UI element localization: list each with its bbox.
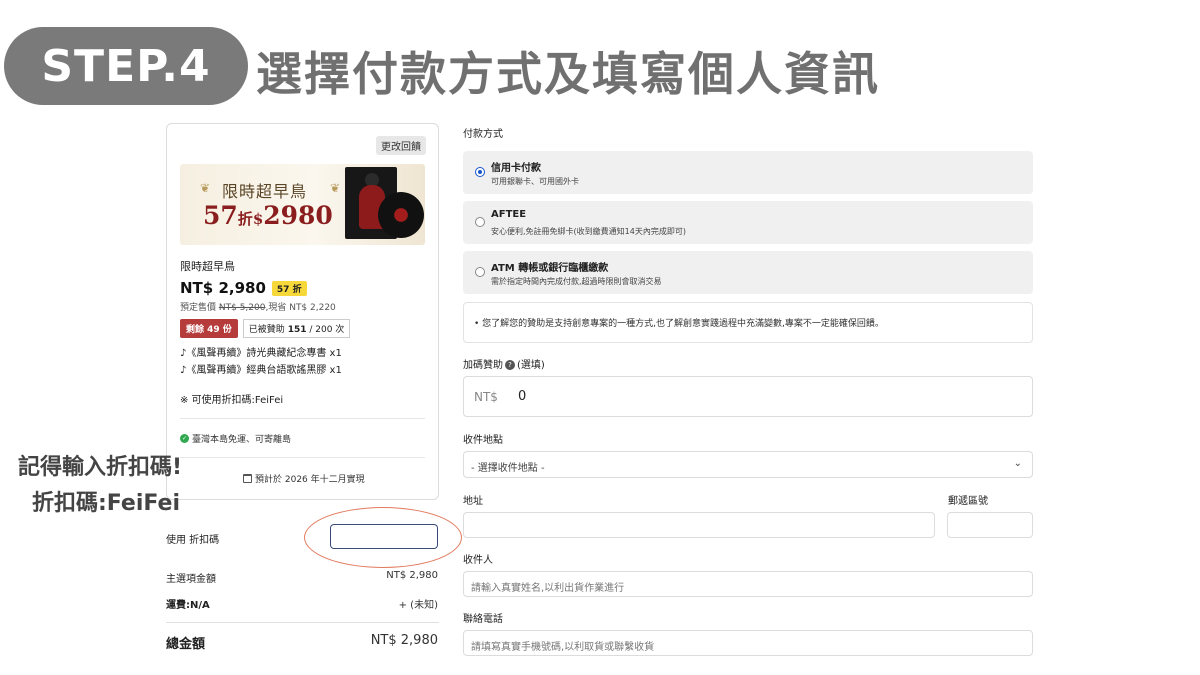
payment-option-title: ATM 轉帳或銀行臨櫃繳款 <box>491 263 609 274</box>
address-input[interactable] <box>463 512 935 538</box>
total-value: NT$ 2,980 <box>370 633 438 648</box>
shipping-fee-value: + (未知) <box>398 600 438 611</box>
shipping-info: ✓ 臺灣本島免運、可寄離島 <box>180 434 292 445</box>
reward-card: 更改回饋 ❦ 限時超早鳥 ❦ 57折$2980 限時超早鳥 NT$ 2,980 … <box>166 123 439 500</box>
coupon-label: 使用 折扣碼 <box>166 535 220 546</box>
delivery-date: 預計於 2026 年十二月實現 <box>243 472 365 485</box>
phone-label: 聯絡電話 <box>463 614 503 625</box>
stock-row: 剩餘 49 份 已被贊助 151 / 200 次 <box>180 319 351 338</box>
radio-icon[interactable] <box>475 267 485 277</box>
backers-count: 已被贊助 151 / 200 次 <box>242 319 351 338</box>
radio-icon[interactable] <box>475 217 485 227</box>
vinyl-record-image <box>378 192 424 238</box>
annotation-note: 折扣碼:FeiFei <box>32 491 180 516</box>
payment-option-title: AFTEE <box>491 209 527 220</box>
reward-item: ♪《風聲再續》詩光典藏紀念專書 x1 <box>180 348 342 359</box>
price-row: NT$ 2,980 57 折 <box>180 279 307 297</box>
divider <box>166 622 439 623</box>
payment-section-label: 付款方式 <box>463 129 503 140</box>
currency-prefix: NT$ <box>474 390 498 404</box>
step-badge: STEP.4 <box>4 27 248 105</box>
laurel-left-icon: ❦ <box>200 181 211 195</box>
sponsorship-notice: • 您了解您的贊助是支持創意專案的一種方式,也了解創意實踐過程中充滿變數,專案不… <box>463 302 1033 343</box>
location-label: 收件地點 <box>463 435 503 446</box>
divider <box>180 418 425 419</box>
payment-option-atm[interactable]: ATM 轉帳或銀行臨櫃繳款 需於指定時間內完成付款,超過時限則會取消交易 <box>463 251 1033 294</box>
original-price-row: 預定售價 NT$ 5,200,現省 NT$ 2,220 <box>180 303 336 313</box>
address-label: 地址 <box>463 496 483 507</box>
reward-title: 限時超早鳥 <box>180 260 235 273</box>
extra-donation-label: 加碼贊助? (選填) <box>463 360 545 371</box>
recipient-input[interactable]: 請輸入真實姓名,以利出貨作業進行 <box>463 571 1033 597</box>
payment-option-credit-card[interactable]: 信用卡付款 可用銀聯卡、可用國外卡 <box>463 151 1033 194</box>
divider <box>180 457 425 458</box>
payment-option-desc: 需於指定時間內完成付款,超過時限則會取消交易 <box>491 277 662 286</box>
subtotal-label: 主選項金額 <box>166 574 216 585</box>
page-title: 選擇付款方式及填寫個人資訊 <box>256 47 880 101</box>
zip-input[interactable] <box>947 512 1033 538</box>
coupon-input[interactable] <box>330 524 438 549</box>
reward-banner-image: ❦ 限時超早鳥 ❦ 57折$2980 <box>180 164 425 245</box>
payment-option-desc: 安心便利,免註冊免綁卡(收到繳費通知14天內完成即可) <box>491 227 686 236</box>
chevron-down-icon: ⌄ <box>1013 458 1022 469</box>
subtotal-value: NT$ 2,980 <box>386 570 438 581</box>
coupon-note: ※ 可使用折扣碼:FeiFei <box>180 395 284 406</box>
location-select[interactable]: - 選擇收件地點 - ⌄ <box>463 451 1033 478</box>
zip-label: 郵遞區號 <box>948 496 988 507</box>
discount-badge: 57 折 <box>271 280 307 296</box>
phone-placeholder: 請填寫真實手機號碼,以利取貨或聯繫收貨 <box>471 642 655 653</box>
banner-headline: 限時超早鳥 <box>222 182 308 201</box>
extra-donation-value: 0 <box>518 389 527 404</box>
reward-price: NT$ 2,980 <box>180 279 266 297</box>
reward-item: ♪《風聲再續》經典台語歌謠黑膠 x1 <box>180 365 342 376</box>
recipient-placeholder: 請輸入真實姓名,以利出貨作業進行 <box>471 583 625 594</box>
remaining-badge: 剩餘 49 份 <box>180 319 238 338</box>
recipient-label: 收件人 <box>463 555 493 566</box>
check-circle-icon: ✓ <box>180 434 189 443</box>
annotation-note: 記得輸入折扣碼! <box>18 455 183 480</box>
extra-donation-input[interactable]: NT$ 0 <box>463 376 1033 417</box>
payment-option-desc: 可用銀聯卡、可用國外卡 <box>491 177 579 186</box>
banner-price: 57折$2980 <box>203 201 333 230</box>
change-reward-button[interactable]: 更改回饋 <box>376 136 426 155</box>
help-icon[interactable]: ? <box>505 360 515 370</box>
total-label: 總金額 <box>166 637 206 652</box>
phone-input[interactable]: 請填寫真實手機號碼,以利取貨或聯繫收貨 <box>463 630 1033 656</box>
radio-selected-icon[interactable] <box>475 167 485 177</box>
shipping-fee-label: 運費:N/A <box>166 600 210 611</box>
location-select-value: - 選擇收件地點 - <box>471 463 545 474</box>
laurel-right-icon: ❦ <box>330 181 341 195</box>
payment-option-title: 信用卡付款 <box>491 163 541 174</box>
calendar-icon <box>243 474 252 483</box>
payment-option-aftee[interactable]: AFTEE 安心便利,免註冊免綁卡(收到繳費通知14天內完成即可) <box>463 201 1033 244</box>
